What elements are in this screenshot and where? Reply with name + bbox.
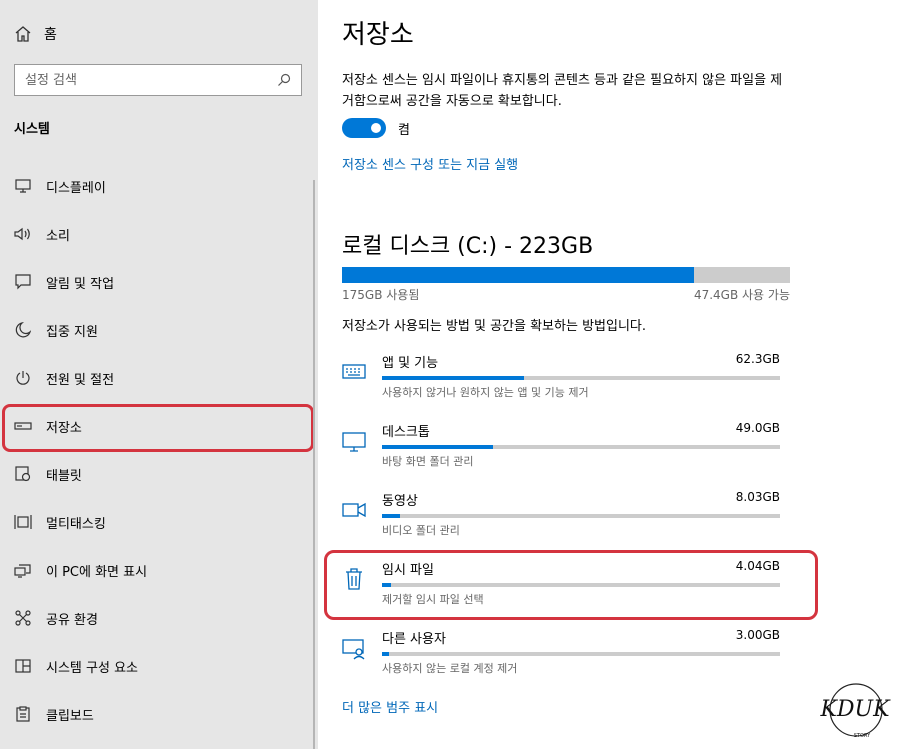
multitasking-icon	[14, 513, 32, 531]
category-size: 62.3GB	[735, 352, 780, 366]
category-name: 앱 및 기능	[382, 356, 439, 371]
speaker-icon	[14, 225, 32, 243]
sidebar-scrollbar[interactable]	[313, 180, 315, 749]
category-size: 4.04GB	[735, 559, 780, 573]
sidebar-item-label: 클립보드	[46, 708, 94, 724]
sidebar-item-share[interactable]: 공유 환경	[0, 594, 318, 642]
sidebar-item-label: 태블릿	[46, 468, 82, 484]
sidebar-item-label: 이 PC에 화면 표시	[46, 564, 148, 580]
sidebar-item-notifications[interactable]: 알림 및 작업	[0, 258, 318, 306]
search-box[interactable]	[14, 64, 302, 96]
watermark-logo: KDUK STORY	[819, 683, 891, 739]
disk-used-label: 175GB 사용됨	[342, 288, 420, 302]
share-icon	[14, 609, 32, 627]
disk-usage-fill	[342, 267, 694, 283]
category-bar-fill	[382, 514, 401, 518]
category-bar-fill	[382, 376, 524, 380]
category-subtext: 비디오 폴더 관리	[382, 524, 460, 537]
search-icon[interactable]	[277, 73, 291, 87]
category-other-users[interactable]: 다른 사용자 3.00GB 사용하지 않는 로컬 계정 제거	[342, 628, 780, 690]
category-bar	[382, 583, 780, 587]
category-desktop[interactable]: 데스크톱 49.0GB 바탕 화면 폴더 관리	[342, 421, 780, 483]
trash-icon	[346, 568, 362, 590]
category-temp-files[interactable]: 임시 파일 4.04GB 제거할 임시 파일 선택	[342, 559, 780, 621]
sidebar-item-focus[interactable]: 집중 지원	[0, 306, 318, 354]
storage-sense-toggle[interactable]	[342, 118, 386, 138]
storage-sense-description: 저장소 센스는 임시 파일이나 휴지통의 콘텐츠 등과 같은 필요하지 않은 파…	[342, 73, 783, 109]
category-bar-fill	[382, 652, 389, 656]
category-apps[interactable]: 앱 및 기능 62.3GB 사용하지 않거나 원하지 않는 앱 및 기능 제거	[342, 352, 780, 414]
nav-list: 디스플레이 소리 알림 및 작업 집중 지원 전원 및 절전 저장소 태블릿 멀…	[0, 162, 318, 738]
sidebar-item-project[interactable]: 이 PC에 화면 표시	[0, 546, 318, 594]
sidebar-item-label: 전원 및 절전	[46, 372, 115, 388]
watermark-subtext: STORY	[854, 733, 871, 739]
category-name: 데스크톱	[382, 425, 430, 440]
monitor-icon	[14, 177, 32, 195]
sidebar-item-sound[interactable]: 소리	[0, 210, 318, 258]
tablet-icon	[14, 465, 32, 483]
category-bar	[382, 652, 780, 656]
sidebar-item-label: 저장소	[46, 420, 82, 436]
project-icon	[14, 561, 32, 579]
moon-icon	[14, 321, 32, 339]
toggle-knob	[371, 123, 381, 133]
category-bar	[382, 445, 780, 449]
configure-storage-sense-link[interactable]: 저장소 센스 구성 또는 지금 실행	[342, 154, 518, 173]
category-name: 임시 파일	[382, 563, 434, 578]
sidebar-item-power[interactable]: 전원 및 절전	[0, 354, 318, 402]
category-name: 다른 사용자	[382, 632, 446, 647]
watermark-text: KDUK	[819, 697, 891, 722]
power-icon	[14, 369, 32, 387]
sidebar-item-label: 알림 및 작업	[46, 276, 115, 292]
notification-icon	[14, 273, 32, 291]
sidebar: 홈 시스템 디스플레이 소리 알림 및 작업	[0, 0, 318, 749]
sidebar-item-label: 소리	[46, 228, 70, 244]
clipboard-icon	[14, 705, 32, 723]
apps-icon	[342, 364, 366, 379]
sidebar-item-label: 집중 지원	[46, 324, 98, 340]
sidebar-item-label: 멀티태스킹	[46, 516, 106, 532]
sidebar-item-display[interactable]: 디스플레이	[0, 162, 318, 210]
category-videos[interactable]: 동영상 8.03GB 비디오 폴더 관리	[342, 490, 780, 552]
page-title: 저장소	[342, 20, 414, 50]
category-subtext: 바탕 화면 폴더 관리	[382, 455, 474, 468]
category-size: 49.0GB	[735, 421, 780, 435]
sidebar-item-components[interactable]: 시스템 구성 요소	[0, 642, 318, 690]
show-more-categories-link[interactable]: 더 많은 범주 표시	[342, 697, 438, 716]
toggle-label: 켬	[398, 122, 410, 138]
category-subtext: 사용하지 않는 로컬 계정 제거	[382, 662, 518, 675]
storage-sense-toggle-row: 켬	[342, 118, 410, 138]
category-name: 동영상	[382, 494, 418, 509]
category-subtext: 제거할 임시 파일 선택	[382, 593, 484, 606]
category-size: 3.00GB	[735, 628, 780, 642]
video-icon	[342, 502, 366, 518]
sidebar-item-multitasking[interactable]: 멀티태스킹	[0, 498, 318, 546]
components-icon	[14, 657, 32, 675]
desktop-icon	[342, 432, 366, 452]
disk-free-label: 47.4GB 사용 가능	[693, 288, 790, 302]
category-bar	[382, 514, 780, 518]
disk-usage-bar	[342, 267, 790, 283]
category-subtext: 사용하지 않거나 원하지 않는 앱 및 기능 제거	[382, 386, 589, 399]
category-bar-fill	[382, 445, 494, 449]
sidebar-item-label: 공유 환경	[46, 612, 98, 628]
usage-description: 저장소가 사용되는 방법 및 공간을 확보하는 방법입니다.	[342, 319, 647, 334]
section-title: 시스템	[14, 122, 50, 137]
sidebar-item-clipboard[interactable]: 클립보드	[0, 690, 318, 738]
sidebar-item-label: 디스플레이	[46, 180, 106, 196]
user-icon	[342, 639, 365, 660]
storage-icon	[14, 417, 32, 435]
sidebar-item-tablet[interactable]: 태블릿	[0, 450, 318, 498]
sidebar-item-label: 시스템 구성 요소	[46, 660, 138, 676]
nav-home-label: 홈	[44, 27, 57, 43]
sidebar-item-storage[interactable]: 저장소	[0, 402, 318, 452]
category-size: 8.03GB	[735, 490, 780, 504]
disk-title: 로컬 디스크 (C:) - 223GB	[342, 234, 594, 259]
nav-home[interactable]: 홈	[14, 22, 57, 46]
category-bar	[382, 376, 780, 380]
category-bar-fill	[382, 583, 392, 587]
home-icon	[15, 26, 31, 42]
search-input[interactable]	[25, 72, 277, 88]
